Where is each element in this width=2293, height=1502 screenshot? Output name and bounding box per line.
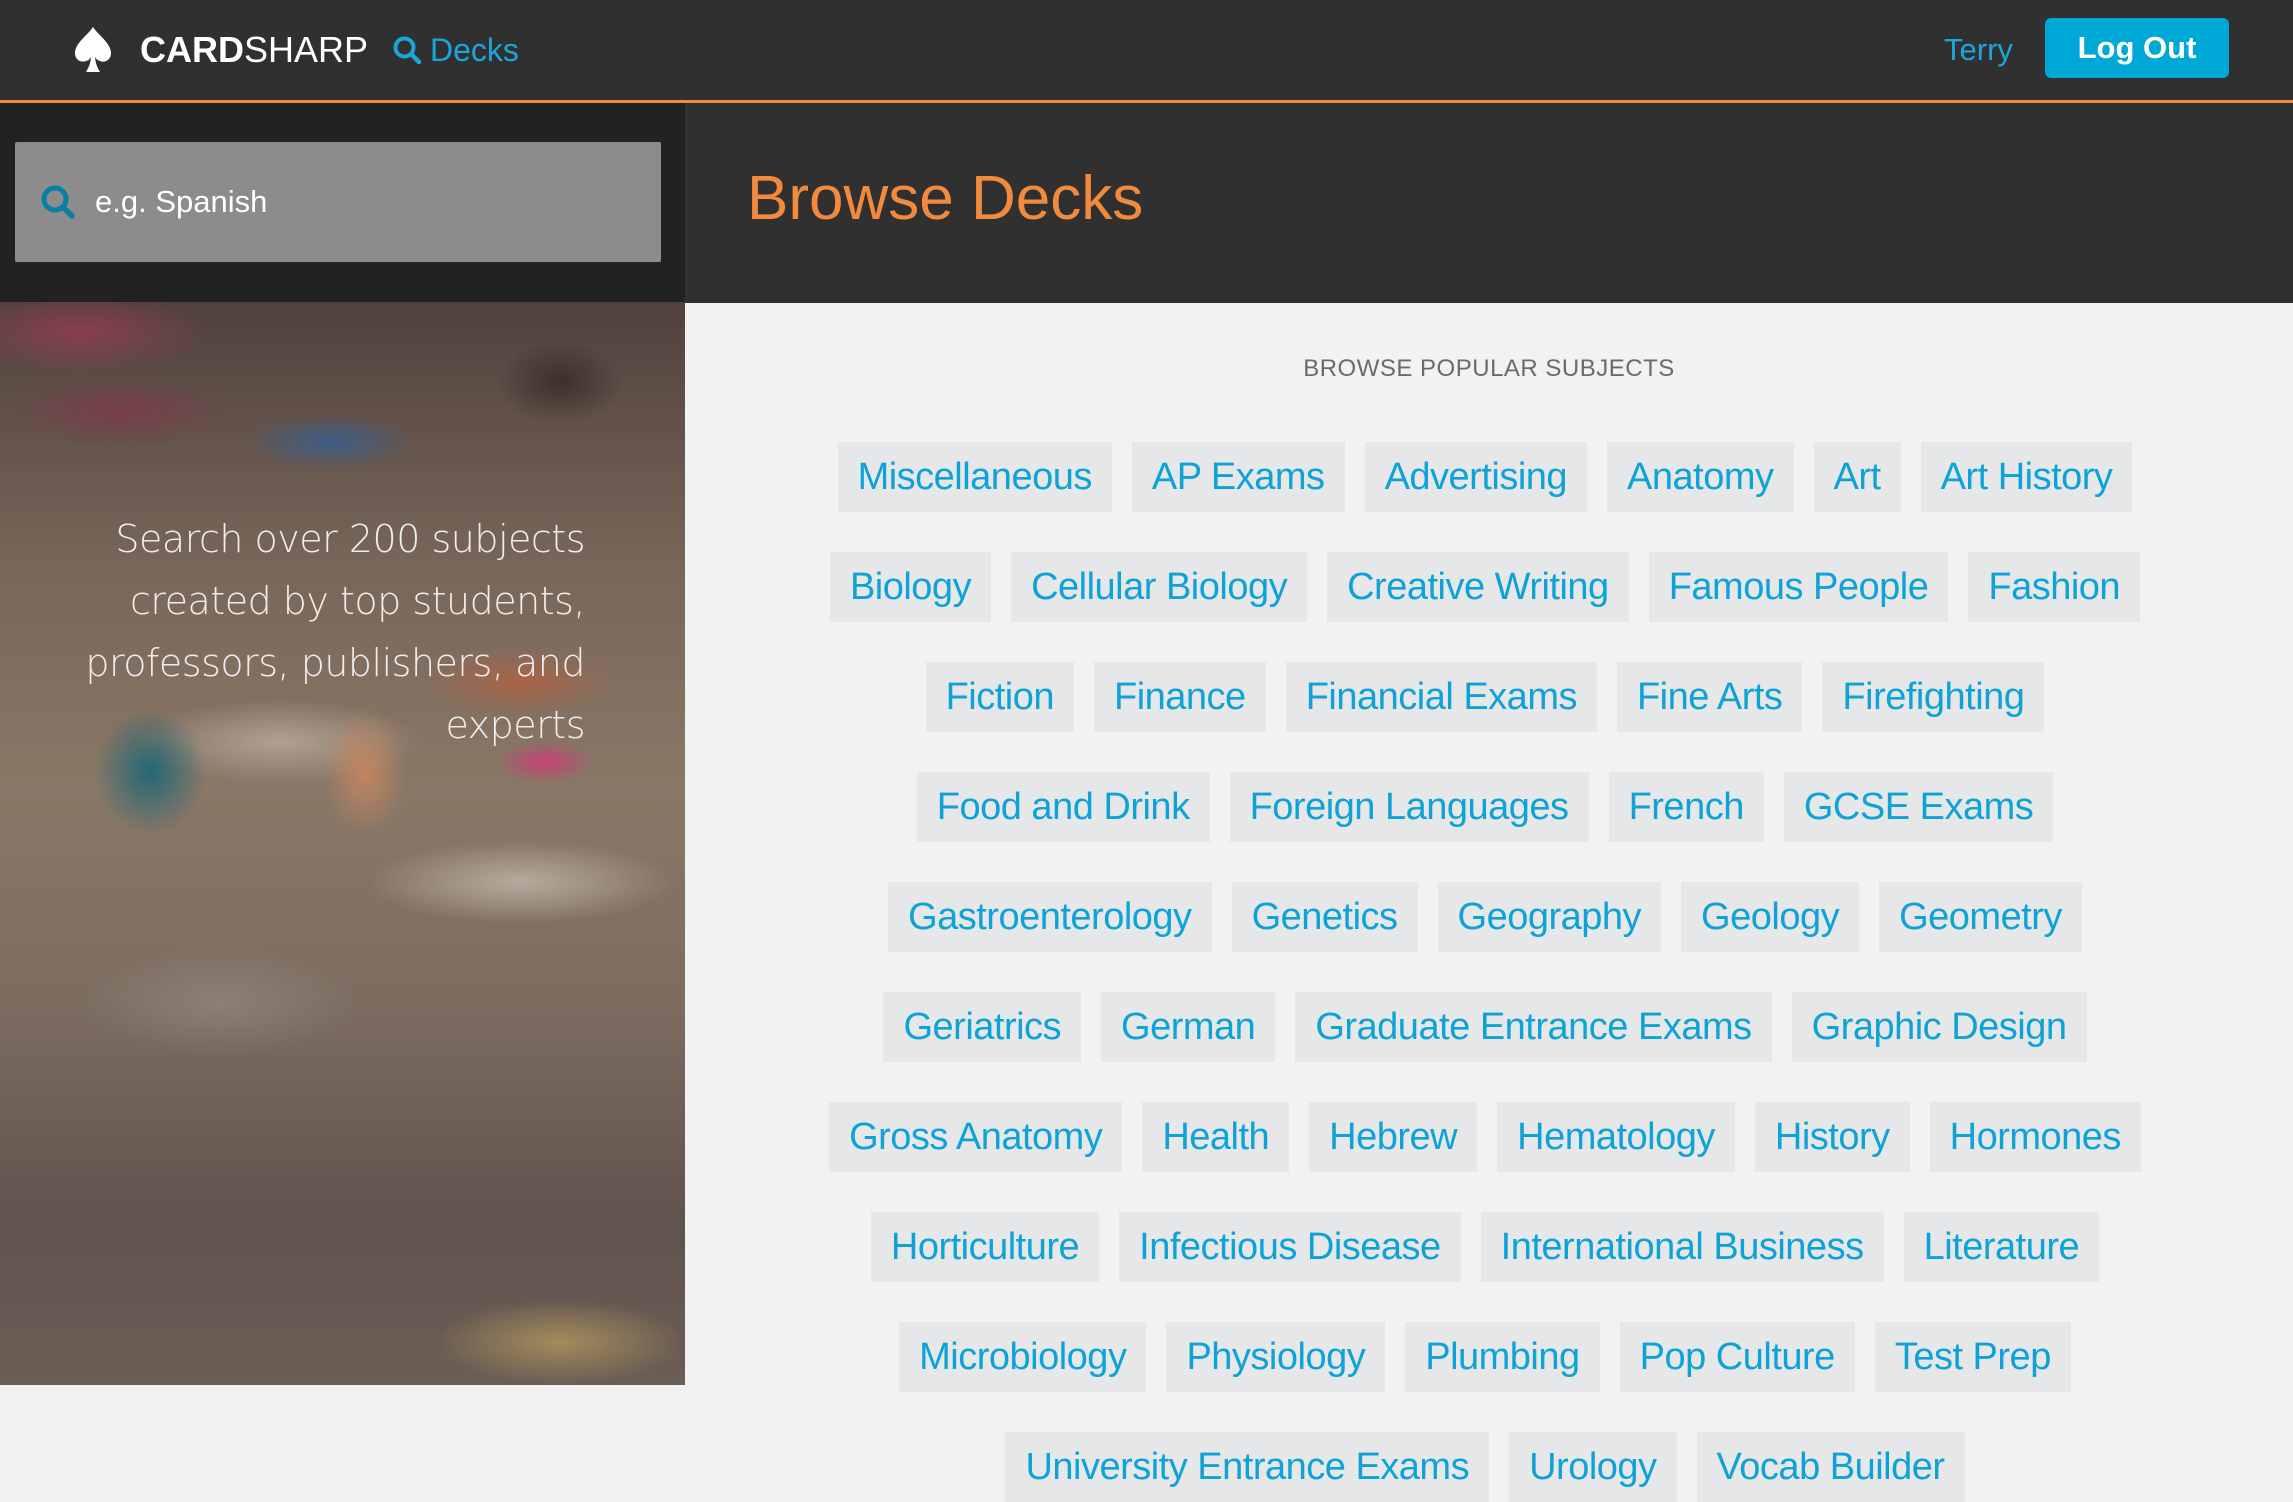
subject-tag[interactable]: AP Exams bbox=[1131, 442, 1345, 512]
sidebar: Search over 200 subjects created by top … bbox=[0, 103, 685, 1385]
subject-tag[interactable]: Fiction bbox=[925, 662, 1074, 732]
subject-tag[interactable]: Geometry bbox=[1879, 882, 2082, 952]
search-icon bbox=[41, 185, 75, 219]
subject-tag[interactable]: Hematology bbox=[1497, 1102, 1735, 1172]
subject-tag[interactable]: Urology bbox=[1509, 1432, 1677, 1502]
subject-tag[interactable]: Gastroenterology bbox=[888, 882, 1212, 952]
subject-tag[interactable]: Hebrew bbox=[1309, 1102, 1478, 1172]
subject-tag[interactable]: GCSE Exams bbox=[1783, 772, 2054, 842]
subject-tag[interactable]: French bbox=[1608, 772, 1764, 842]
subject-tag[interactable]: Miscellaneous bbox=[837, 442, 1112, 512]
page-title: Browse Decks bbox=[747, 164, 1144, 233]
subject-tag[interactable]: Hormones bbox=[1929, 1102, 2141, 1172]
nav-decks-link[interactable]: Decks bbox=[392, 26, 519, 74]
subject-tag[interactable]: Infectious Disease bbox=[1119, 1212, 1461, 1282]
subject-tag[interactable]: Cellular Biology bbox=[1011, 552, 1308, 622]
spade-icon bbox=[75, 27, 111, 72]
subject-tag[interactable]: Fine Arts bbox=[1616, 662, 1803, 732]
subject-tag[interactable]: Food and Drink bbox=[916, 772, 1210, 842]
subject-tag[interactable]: Gross Anatomy bbox=[829, 1102, 1123, 1172]
subject-tag[interactable]: Geography bbox=[1437, 882, 1662, 952]
subject-tag[interactable]: Pop Culture bbox=[1619, 1322, 1855, 1392]
subject-tag[interactable]: Graduate Entrance Exams bbox=[1295, 992, 1772, 1062]
page-header: Browse Decks bbox=[685, 103, 2293, 303]
subject-tag[interactable]: Microbiology bbox=[899, 1322, 1147, 1392]
subject-tag[interactable]: Graphic Design bbox=[1791, 992, 2087, 1062]
section-label: BROWSE POPULAR SUBJECTS bbox=[1303, 355, 1675, 382]
subject-tag[interactable]: History bbox=[1754, 1102, 1910, 1172]
brand-name-bold: CARD bbox=[140, 29, 244, 70]
subject-tag-list: Miscellaneous AP Exams Advertising Anatomy A… bbox=[805, 442, 2165, 1502]
subject-tag[interactable]: University Entrance Exams bbox=[1005, 1432, 1490, 1502]
subject-tag[interactable]: International Business bbox=[1480, 1212, 1884, 1282]
subject-tag[interactable]: Test Prep bbox=[1874, 1322, 2071, 1392]
subject-tag[interactable]: Vocab Builder bbox=[1696, 1432, 1965, 1502]
subject-tag[interactable]: Geriatrics bbox=[883, 992, 1082, 1062]
subject-tag[interactable]: Finance bbox=[1094, 662, 1266, 732]
user-profile-link[interactable]: Terry bbox=[1944, 26, 2013, 74]
subject-tag[interactable]: Literature bbox=[1903, 1212, 2100, 1282]
subject-tag[interactable]: Physiology bbox=[1166, 1322, 1386, 1392]
subject-tag[interactable]: Genetics bbox=[1231, 882, 1418, 952]
subject-tag[interactable]: Geology bbox=[1681, 882, 1860, 952]
top-navbar: CARDSHARP Decks Terry Log Out bbox=[0, 0, 2293, 103]
brand-name-light: SHARP bbox=[244, 29, 369, 70]
subject-tag[interactable]: Creative Writing bbox=[1327, 552, 1629, 622]
subject-tag[interactable]: Art History bbox=[1920, 442, 2133, 512]
nav-decks-label: Decks bbox=[430, 31, 519, 68]
subject-search-box[interactable] bbox=[15, 142, 661, 262]
subject-tag[interactable]: Horticulture bbox=[870, 1212, 1100, 1282]
search-icon bbox=[393, 36, 422, 65]
subject-tag[interactable]: Advertising bbox=[1364, 442, 1588, 512]
subject-tag[interactable]: Fashion bbox=[1968, 552, 2141, 622]
subject-tag[interactable]: Biology bbox=[829, 552, 992, 622]
subject-tag[interactable]: Firefighting bbox=[1822, 662, 2045, 732]
subject-tag[interactable]: German bbox=[1101, 992, 1276, 1062]
subject-tag[interactable]: Art bbox=[1813, 442, 1901, 512]
subject-tag[interactable]: Anatomy bbox=[1607, 442, 1794, 512]
hero-tagline: Search over 200 subjects created by top … bbox=[85, 517, 585, 747]
subject-tag[interactable]: Famous People bbox=[1648, 552, 1949, 622]
brand-logo[interactable]: CARDSHARP bbox=[72, 22, 368, 78]
subject-tag[interactable]: Plumbing bbox=[1405, 1322, 1600, 1392]
subject-tag[interactable]: Health bbox=[1142, 1102, 1290, 1172]
brand-name: CARDSHARP bbox=[140, 29, 368, 71]
hero-books-image: Search over 200 subjects created by top … bbox=[0, 302, 685, 1385]
subject-tag[interactable]: Foreign Languages bbox=[1229, 772, 1589, 842]
subject-tag[interactable]: Financial Exams bbox=[1285, 662, 1597, 732]
subject-search-input[interactable] bbox=[95, 172, 661, 232]
browse-subjects-section: BROWSE POPULAR SUBJECTS Miscellaneous AP … bbox=[685, 303, 2293, 1502]
logout-button[interactable]: Log Out bbox=[2045, 18, 2229, 78]
